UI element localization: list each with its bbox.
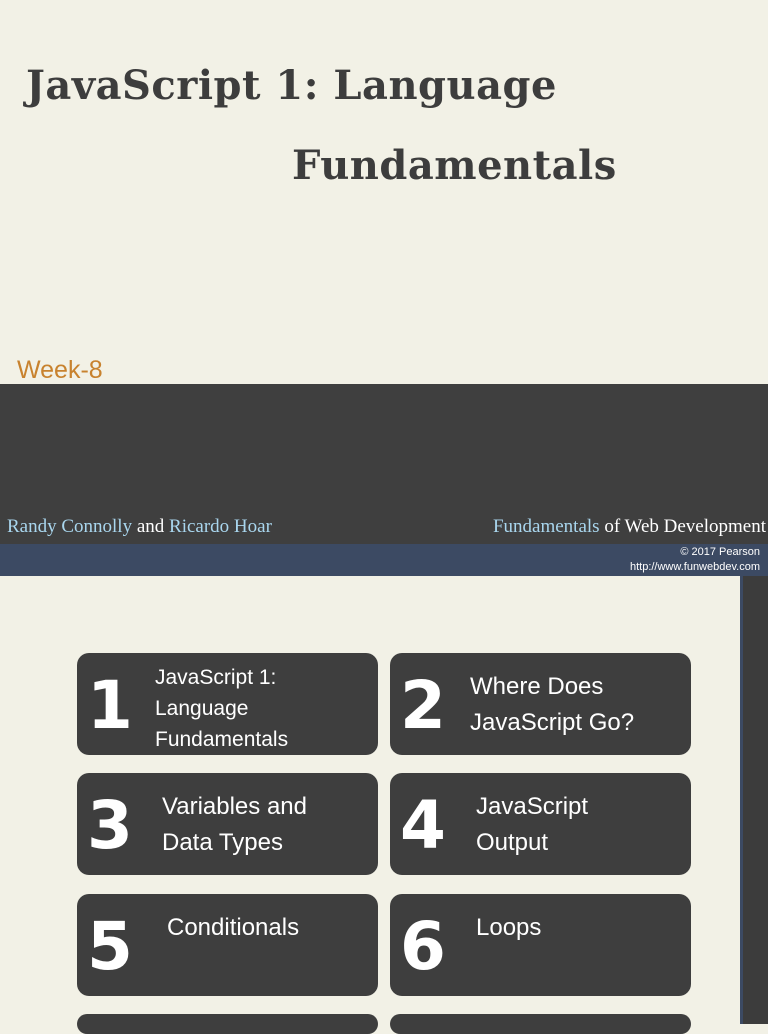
toc-card-5[interactable]: 5 Conditionals (77, 894, 378, 996)
slide-title-line1: JavaScript 1: Language (26, 62, 557, 109)
toc-card-partial[interactable] (77, 1014, 378, 1034)
side-accent-bar (740, 576, 768, 1024)
section-number: 4 (400, 787, 446, 864)
slide-title-line2: Fundamentals (292, 142, 617, 189)
authors-line: Randy Connolly and Ricardo Hoar (7, 516, 272, 538)
toc-card-partial[interactable] (390, 1014, 691, 1034)
toc-card-6[interactable]: 6 Loops (390, 894, 691, 996)
author-conjunction: and (132, 516, 170, 537)
section-label: JavaScript Output (476, 793, 589, 856)
copyright-text: © 2017 Pearson (680, 546, 760, 558)
book-title-highlight: Fundamentals (492, 516, 600, 537)
contents-slide: 1 JavaScript 1: Language Fundamentals 2 … (0, 576, 768, 1034)
section-number: 1 (87, 667, 133, 744)
section-label: Loops (476, 914, 542, 941)
toc-card-4[interactable]: 4 JavaScript Output (390, 773, 691, 875)
section-label: JavaScript 1: Language Fundamentals (155, 666, 289, 751)
title-slide: JavaScript 1: Language Fundamentals Week… (0, 0, 768, 576)
section-number: 5 (87, 908, 133, 985)
week-label: Week-8 (17, 356, 103, 384)
toc-card-2[interactable]: 2 Where Does JavaScript Go? (390, 653, 691, 755)
section-number: 3 (87, 787, 133, 864)
toc-card-1[interactable]: 1 JavaScript 1: Language Fundamentals (77, 653, 378, 755)
website-url: http://www.funwebdev.com (629, 561, 760, 573)
section-number: 2 (400, 667, 446, 744)
section-label: Conditionals (167, 914, 300, 941)
section-number: 6 (400, 908, 446, 985)
section-label: Variables and Data Types (162, 793, 307, 856)
book-title: Fundamentals of Web Development (493, 516, 766, 538)
toc-card-3[interactable]: 3 Variables and Data Types (77, 773, 378, 875)
author-name: Ricardo Hoar (169, 516, 272, 537)
author-name: Randy Connolly (7, 516, 133, 537)
section-label: Where Does JavaScript Go? (470, 673, 635, 736)
book-title-rest: of Web Development (599, 516, 766, 537)
